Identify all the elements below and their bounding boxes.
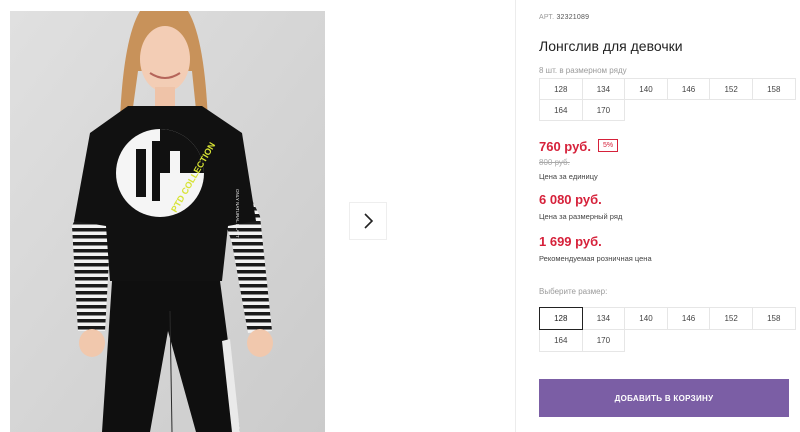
retail-price: 1 699 руб. [539,234,602,249]
pack-size-cell: 152 [709,78,753,100]
size-option[interactable]: 164 [539,329,583,352]
pack-price-caption: Цена за размерный ряд [539,212,623,221]
chevron-right-icon [364,213,374,229]
size-option[interactable]: 134 [581,307,626,330]
sleeve-text: ONLY NATURAL PLAYT [235,189,240,238]
model-illustration: PTD COLLECTION ONLY NATURAL PLAYT [10,11,325,432]
unit-price: 760 руб. [539,139,591,154]
pack-label: 8 шт. в размерном ряду [539,66,627,75]
product-gallery: PTD COLLECTION ONLY NATURAL PLAYT [0,0,515,432]
size-option-selected[interactable]: 128 [539,307,583,330]
size-option[interactable]: 140 [624,307,668,330]
pack-size-cell: 146 [666,78,711,100]
pack-size-cell: 128 [539,78,583,100]
pack-size-cell: 170 [581,99,626,121]
pack-price: 6 080 руб. [539,192,602,207]
unit-price-caption: Цена за единицу [539,172,598,181]
gallery-next-button[interactable] [349,202,387,240]
pack-size-cell: 140 [624,78,668,100]
size-option[interactable]: 152 [709,307,753,330]
retail-price-caption: Рекомендуемая розничная цена [539,254,652,263]
add-to-cart-button[interactable]: ДОБАВИТЬ В КОРЗИНУ [539,379,789,417]
article-value: 32321089 [556,14,590,21]
size-select-label: Выберите размер: [539,287,608,296]
size-option[interactable]: 170 [581,329,626,352]
pack-size-cell: 164 [539,99,583,121]
pack-size-cell: 158 [751,78,796,100]
size-option[interactable]: 146 [666,307,711,330]
product-title: Лонгслив для девочки [539,38,683,54]
pack-size-grid: 128 134 140 146 152 158 164 170 [539,78,797,121]
column-divider [515,0,516,432]
size-selector: 128 134 140 146 152 158 164 170 [539,307,797,352]
size-option[interactable]: 158 [751,307,796,330]
article-number: АРТ. 32321089 [539,14,589,21]
pack-size-cell: 134 [581,78,626,100]
product-photo: PTD COLLECTION ONLY NATURAL PLAYT [10,11,325,432]
article-label: АРТ. [539,14,555,21]
old-price: 800 руб. [539,158,570,167]
discount-badge: 5% [598,139,619,152]
